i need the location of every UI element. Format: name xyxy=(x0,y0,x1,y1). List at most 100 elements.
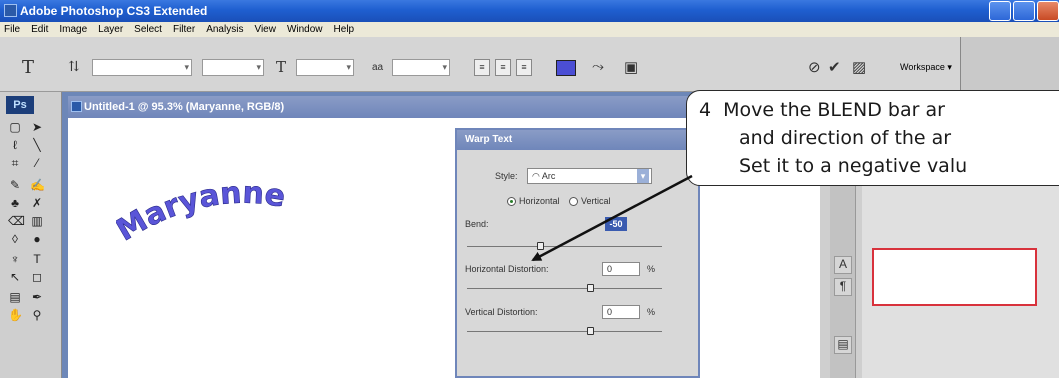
menu-edit[interactable]: Edit xyxy=(31,22,48,37)
dialog-title: Warp Text xyxy=(457,130,698,150)
palettes-icon[interactable]: ▣ xyxy=(624,58,638,76)
warped-text-content: Maryanne xyxy=(116,182,288,249)
notes-tool-icon[interactable]: ▤ xyxy=(8,290,22,304)
tool-row: ↖ ◻ xyxy=(8,270,44,284)
callout-line-1: 4 Move the BLEND bar ar xyxy=(699,99,945,121)
menu-bar: File Edit Image Layer Select Filter Anal… xyxy=(0,22,1059,37)
layers-panel-icon[interactable]: ▤ xyxy=(834,336,852,354)
tool-row: ⌫ ▥ xyxy=(8,214,44,228)
horizontal-radio[interactable] xyxy=(507,197,516,206)
menu-window[interactable]: Window xyxy=(287,22,323,37)
vertical-distortion-track[interactable] xyxy=(467,331,662,332)
align-right-icon[interactable]: ≡ xyxy=(516,59,532,76)
menu-view[interactable]: View xyxy=(254,22,276,37)
horizontal-distortion-label: Horizontal Distortion: xyxy=(465,264,549,274)
font-style-select[interactable] xyxy=(202,59,264,76)
ps-logo: Ps xyxy=(6,96,34,114)
menu-layer[interactable]: Layer xyxy=(98,22,123,37)
tool-row: ♆ T xyxy=(8,252,44,266)
zoom-tool-icon[interactable]: ⚲ xyxy=(30,308,44,322)
style-label: Style: xyxy=(495,171,518,181)
menu-file[interactable]: File xyxy=(4,22,20,37)
magic-wand-icon[interactable]: ╲ xyxy=(30,138,44,152)
document-title: Untitled-1 @ 95.3% (Maryanne, RGB/8) xyxy=(84,101,285,113)
vertical-distortion-thumb[interactable] xyxy=(587,327,594,335)
bend-value-field[interactable]: -50 xyxy=(605,217,627,231)
close-button[interactable] xyxy=(1037,1,1059,21)
style-value: Arc xyxy=(541,171,556,181)
eyedropper-tool-icon[interactable]: ✒ xyxy=(30,290,44,304)
lasso-tool-icon[interactable]: ℓ xyxy=(8,138,22,152)
tool-row: ♣ ✗ xyxy=(8,196,44,210)
warped-text[interactable]: Maryanne xyxy=(116,182,346,252)
marquee-tool-icon[interactable]: ▢ xyxy=(8,120,22,134)
bend-label: Bend: xyxy=(465,219,489,229)
path-select-icon[interactable]: ↖ xyxy=(8,270,22,284)
text-color-swatch[interactable] xyxy=(556,60,576,76)
stamp-tool-icon[interactable]: ♣ xyxy=(8,196,22,210)
gradient-tool-icon[interactable]: ▥ xyxy=(30,214,44,228)
character-panel-icon[interactable]: A xyxy=(834,256,852,274)
font-size-icon: T xyxy=(276,58,287,76)
vertical-distortion-field[interactable]: 0 xyxy=(602,305,640,319)
commit-icon[interactable]: ✔ xyxy=(828,58,841,76)
cancel-icon[interactable]: ⊘ xyxy=(808,58,821,76)
move-tool-icon[interactable]: ➤ xyxy=(30,120,44,134)
options-bar: T ⇅ T aa ≡ ≡ ≡ ⤳ ▣ ⊘ ✔ ▨ Workspace ▾ xyxy=(0,37,1059,92)
tool-row: ℓ ╲ xyxy=(8,138,44,152)
bend-slider-thumb[interactable] xyxy=(537,242,544,250)
tool-row: ▢ ➤ xyxy=(8,120,44,134)
font-family-select[interactable] xyxy=(92,59,192,76)
menu-analysis[interactable]: Analysis xyxy=(206,22,243,37)
paragraph-panel-icon[interactable]: ¶ xyxy=(834,278,852,296)
panel-dock-strip xyxy=(960,37,1059,92)
window-controls xyxy=(989,1,1059,21)
horizontal-distortion-track[interactable] xyxy=(467,288,662,289)
vertical-radio[interactable] xyxy=(569,197,578,206)
antialias-select[interactable] xyxy=(392,59,450,76)
maximize-button[interactable] xyxy=(1013,1,1035,21)
menu-image[interactable]: Image xyxy=(59,22,87,37)
horizontal-distortion-percent: % xyxy=(647,264,656,274)
blur-tool-icon[interactable]: ◊ xyxy=(8,232,22,246)
minimize-button[interactable] xyxy=(989,1,1011,21)
highlight-box xyxy=(872,248,1037,306)
type-tool-panel-icon[interactable]: T xyxy=(30,252,44,266)
window-title: Adobe Photoshop CS3 Extended xyxy=(20,4,208,18)
history-brush-icon[interactable]: ✗ xyxy=(30,196,44,210)
app-icon xyxy=(4,4,17,17)
orientation-icon[interactable]: ⇅ xyxy=(68,59,80,75)
type-tool-icon[interactable]: T xyxy=(22,57,34,78)
brush-tool-icon[interactable]: ✍ xyxy=(30,178,45,192)
menu-help[interactable]: Help xyxy=(334,22,355,37)
antialias-icon: aa xyxy=(372,62,384,73)
bend-slider-track[interactable] xyxy=(467,246,662,247)
crop-tool-icon[interactable]: ⌗ xyxy=(8,156,22,171)
warp-text-icon[interactable]: ⤳ xyxy=(592,58,604,75)
healing-tool-icon[interactable]: ✎ xyxy=(8,178,22,192)
pen-tool-icon[interactable]: ♆ xyxy=(8,252,22,266)
menu-filter[interactable]: Filter xyxy=(173,22,195,37)
bridge-icon[interactable]: ▨ xyxy=(852,58,866,76)
align-center-icon[interactable]: ≡ xyxy=(495,59,511,76)
hand-tool-icon[interactable]: ✋ xyxy=(8,308,23,322)
options-row: T ⇅ T aa ≡ ≡ ≡ ⤳ ▣ ⊘ ✔ ▨ Workspace ▾ xyxy=(0,55,1059,81)
align-left-icon[interactable]: ≡ xyxy=(474,59,490,76)
eraser-tool-icon[interactable]: ⌫ xyxy=(8,214,25,228)
slice-tool-icon[interactable]: ⁄ xyxy=(30,156,44,171)
document-icon xyxy=(71,101,82,112)
shape-tool-icon[interactable]: ◻ xyxy=(30,270,44,284)
tool-row: ✎ ✍ xyxy=(8,178,45,192)
dodge-tool-icon[interactable]: ● xyxy=(30,232,44,246)
callout-line-2: and direction of the ar xyxy=(739,127,952,149)
style-select[interactable]: ◠ Arc xyxy=(527,168,652,184)
horizontal-distortion-thumb[interactable] xyxy=(587,284,594,292)
font-size-select[interactable] xyxy=(296,59,354,76)
vertical-distortion-percent: % xyxy=(647,307,656,317)
menu-select[interactable]: Select xyxy=(134,22,162,37)
arc-style-icon: ◠ xyxy=(532,171,542,181)
horizontal-distortion-field[interactable]: 0 xyxy=(602,262,640,276)
tool-row: ⌗ ⁄ xyxy=(8,156,44,171)
callout-line-3: Set it to a negative valu xyxy=(739,155,968,177)
workspace-button[interactable]: Workspace ▾ xyxy=(900,59,955,76)
